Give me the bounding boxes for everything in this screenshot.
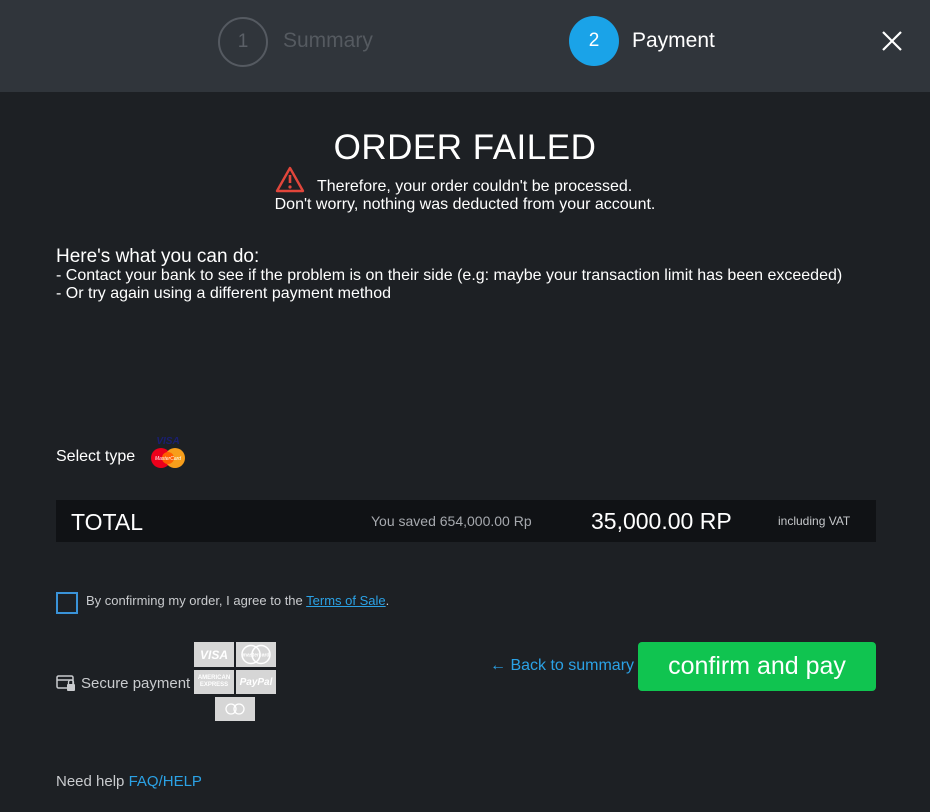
step-2-payment-label: Payment <box>632 29 715 52</box>
help-item-try-again: - Or try again using a different payment… <box>56 285 391 302</box>
confirm-and-pay-button[interactable]: confirm and pay <box>638 642 876 691</box>
vat-note: including VAT <box>778 514 851 528</box>
warning-icon <box>275 166 305 193</box>
back-to-summary-link[interactable]: ← Back to summary <box>490 657 634 675</box>
svg-text:MasterCard: MasterCard <box>155 456 181 462</box>
payment-network-logo-icon <box>215 697 255 721</box>
stepper-header: 1 Summary 2 Payment <box>0 0 930 92</box>
terms-prefix: By confirming my order, I agree to the <box>86 593 307 608</box>
terms-suffix: . <box>385 593 390 608</box>
savings-text: You saved 654,000.00 Rp <box>371 513 532 529</box>
svg-text:VISA: VISA <box>156 436 179 447</box>
step-1-summary-label: Summary <box>283 29 373 52</box>
need-help: Need help FAQ/HELP <box>56 773 202 790</box>
terms-text: By confirming my order, I agree to the T… <box>86 593 389 608</box>
no-deduction-text: Don't worry, nothing was deducted from y… <box>274 196 656 213</box>
visa-logo-icon: VISA <box>194 642 234 667</box>
amex-logo-icon: AMERICAN EXPRESS <box>194 670 234 694</box>
paypal-logo-icon: PayPal <box>236 670 276 694</box>
order-failed-title: ORDER FAILED <box>333 128 597 167</box>
help-heading: Here's what you can do: <box>56 246 260 267</box>
visa-mastercard-logo-icon[interactable]: VISA MasterCard <box>148 434 188 470</box>
total-bar: TOTAL You saved 654,000.00 Rp 35,000.00 … <box>56 500 876 542</box>
failure-reason-text: Therefore, your order couldn't be proces… <box>317 178 633 195</box>
step-1-number: 1 <box>218 17 268 67</box>
help-item-contact-bank: - Contact your bank to see if the proble… <box>56 267 843 284</box>
help-list: - Contact your bank to see if the proble… <box>56 267 856 303</box>
terms-of-sale-link[interactable]: Terms of Sale <box>306 593 385 608</box>
secure-card-lock-icon <box>56 675 75 691</box>
close-icon[interactable] <box>880 29 904 53</box>
svg-text:mastercard: mastercard <box>243 653 270 659</box>
mastercard-logo-icon: mastercard <box>236 642 276 667</box>
faq-help-link[interactable]: FAQ/HELP <box>129 773 202 790</box>
total-label: TOTAL <box>71 509 143 535</box>
need-help-text: Need help <box>56 773 129 790</box>
total-price: 35,000.00 RP <box>591 508 732 534</box>
select-type-label: Select type <box>56 448 136 465</box>
terms-checkbox[interactable] <box>56 592 78 614</box>
secure-payment-label: Secure payment <box>81 675 191 692</box>
step-2-number: 2 <box>569 16 619 66</box>
